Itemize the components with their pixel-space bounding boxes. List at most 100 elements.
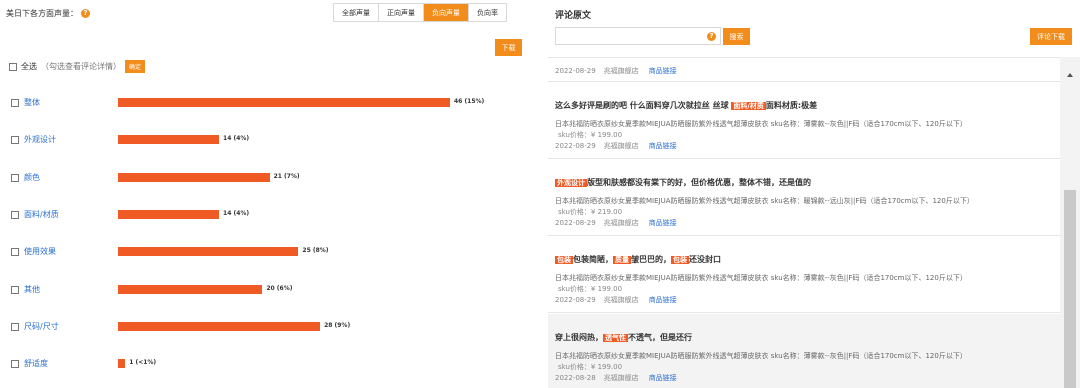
- aspect-label[interactable]: 整体: [24, 97, 40, 108]
- comment-list: 2022-08-29 兆福旗舰店 商品链接 这么多好评是刷的吧 什么面料穿几次就拉丝…: [548, 57, 1060, 388]
- product-link[interactable]: 商品链接: [649, 142, 677, 150]
- search-input[interactable]: [556, 28, 720, 44]
- sku-price: sku价格：¥ 199.00: [558, 131, 623, 139]
- comment-meta: 2022-08-29 兆福旗舰店 商品链接: [555, 141, 1060, 151]
- comment-text: 穿上很闷热， 透气性 不透气，但是还行: [555, 332, 1060, 343]
- comment-shop: 兆福旗舰店: [603, 296, 639, 304]
- comment-shop: 兆福旗舰店: [603, 219, 639, 227]
- aspect-bar-value: 14 (4%): [223, 209, 250, 217]
- product-link[interactable]: 商品链接: [649, 296, 677, 304]
- aspect-label[interactable]: 使用效果: [24, 246, 56, 257]
- aspect-tag: 面料/材质: [731, 102, 766, 110]
- comment-text-segment: 还没封口: [689, 255, 721, 264]
- aspect-bar: [118, 172, 270, 182]
- comment-text-segment: 不透气，但是还行: [628, 333, 692, 342]
- aspect-bar: [118, 247, 299, 257]
- aspect-bar: [118, 209, 220, 219]
- comment-text-segment: 穿上很闷热，: [555, 333, 603, 342]
- product-info: 日本兆福防晒衣原纱女夏季款MIEJUA防晒服防紫外线透气超薄皮肤衣 sku名称：…: [555, 120, 967, 128]
- sku-price: sku价格：¥ 199.00: [558, 363, 623, 371]
- aspect-checkbox[interactable]: [11, 173, 19, 182]
- comment-text-segment: 包装简陋，: [573, 255, 613, 264]
- comment-item: 这么多好评是刷的吧 什么面料穿几次就拉丝 丝球 面料/材质 面料材质:极差日本兆福…: [548, 82, 1060, 159]
- scroll-thumb[interactable]: [1064, 190, 1076, 388]
- sku-price: sku价格：¥ 199.00: [558, 285, 623, 293]
- product-info: 日本兆福防晒衣原纱女夏季款MIEJUA防晒服防紫外线透气超薄皮肤衣 sku名称：…: [555, 197, 974, 205]
- aspect-checkbox[interactable]: [11, 248, 19, 257]
- search-help-icon[interactable]: ?: [707, 32, 716, 41]
- aspect-bar-value: 28 (9%): [324, 321, 351, 329]
- aspect-panel-title: 美日下各方面声量： ?: [6, 8, 90, 19]
- aspect-label[interactable]: 面料/材质: [24, 209, 59, 220]
- aspect-checkbox[interactable]: [11, 210, 19, 219]
- comment-text-segment: 版型和肤感都没有棠下的好，但价格优惠，整体不错，还是值的: [587, 178, 811, 187]
- tab-positive-volume[interactable]: 正向声量: [379, 4, 424, 21]
- comment-list-scrollbar[interactable]: [1060, 57, 1080, 388]
- aspect-bar-value: 25 (8%): [302, 247, 329, 255]
- aspect-label[interactable]: 颜色: [24, 172, 40, 183]
- search-button[interactable]: 搜索: [723, 28, 750, 45]
- comment-text: 包装 包装简陋， 质量 皱巴巴的， 包装 还没封口: [555, 254, 1060, 265]
- tab-negative-rate[interactable]: 负向率: [469, 4, 506, 21]
- aspect-bar: [118, 135, 220, 145]
- comment-item: 穿上很闷热， 透气性 不透气，但是还行 日本兆福防晒衣原纱女夏季款MIEJUA防晒服防…: [548, 314, 1060, 388]
- aspect-checkbox[interactable]: [11, 322, 19, 331]
- product-info: 日本兆福防晒衣原纱女夏季款MIEJUA防晒服防紫外线透气超薄皮肤衣 sku名称：…: [555, 274, 967, 282]
- comment-text-segment: 面料材质:极差: [765, 101, 818, 110]
- select-hint: （勾选查看评论详情）: [41, 62, 121, 71]
- comment-date: 2022-08-29: [555, 296, 596, 304]
- aspect-bar: [118, 321, 321, 331]
- aspect-row: 舒适度 1 (<1%): [0, 357, 540, 371]
- comment-text-segment: 皱巴巴的，: [631, 255, 671, 264]
- aspect-bar-value: 1 (<1%): [129, 359, 157, 367]
- aspect-bar-value: 20 (6%): [266, 284, 293, 292]
- aspect-bar: [118, 98, 450, 107]
- comment-date: 2022-08-29: [555, 142, 596, 150]
- select-all-checkbox[interactable]: [9, 62, 17, 71]
- tab-negative-volume[interactable]: 负向声量: [424, 4, 469, 21]
- comments-panel: 评论原文 ? 搜索 评论下载 2022-08-29 兆福旗舰店 商品链接 这么多好评…: [548, 0, 1080, 388]
- comment-text: 外观设计 版型和肤感都没有棠下的好，但价格优惠，整体不错，还是值的: [555, 177, 1060, 188]
- select-all-row: 全选 （勾选查看评论详情） 确定: [9, 60, 146, 73]
- aspect-row: 使用效果 25 (8%): [0, 245, 540, 259]
- aspect-tag: 包装: [671, 256, 689, 264]
- aspect-row: 外观设计 14 (4%): [0, 133, 540, 147]
- product-link[interactable]: 商品链接: [649, 219, 677, 227]
- aspect-tag: 包装: [555, 256, 573, 264]
- aspect-bar-value: 21 (7%): [273, 172, 300, 180]
- aspect-label[interactable]: 外观设计: [24, 134, 56, 145]
- aspect-label[interactable]: 其他: [24, 284, 40, 295]
- aspect-label[interactable]: 尺码/尺寸: [24, 321, 59, 332]
- aspect-label[interactable]: 舒适度: [24, 358, 48, 369]
- comment-meta: 2022-08-28 兆福旗舰店 商品链接: [555, 373, 1060, 383]
- scroll-up-arrow-icon[interactable]: [1067, 73, 1073, 77]
- aspect-row: 颜色 21 (7%): [0, 171, 540, 185]
- aspect-checkbox[interactable]: [11, 285, 19, 294]
- comment-text-segment: 这么多好评是刷的吧 什么面料穿几次就拉丝 丝球: [555, 101, 732, 110]
- aspect-checkbox[interactable]: [11, 99, 19, 107]
- comment-item: 外观设计 版型和肤感都没有棠下的好，但价格优惠，整体不错，还是值的 日本兆福防晒衣原…: [548, 159, 1060, 236]
- comment-date: 2022-08-29: [555, 219, 596, 227]
- product-link[interactable]: 商品链接: [649, 67, 677, 75]
- comment-item: 包装 包装简陋， 质量 皱巴巴的， 包装 还没封口 日本兆福防晒衣原纱女夏季款MIEJUA防…: [548, 236, 1060, 313]
- aspect-tag: 透气性: [603, 334, 628, 342]
- help-icon[interactable]: ?: [81, 9, 90, 18]
- product-info: 日本兆福防晒衣原纱女夏季款MIEJUA防晒服防紫外线透气超薄皮肤衣 sku名称：…: [555, 352, 967, 360]
- confirm-button[interactable]: 确定: [125, 60, 146, 73]
- aspect-checkbox[interactable]: [11, 360, 19, 369]
- aspect-tag: 外观设计: [555, 179, 587, 187]
- aspect-title-text: 美日下各方面声量：: [6, 9, 78, 18]
- export-comments-button[interactable]: 评论下载: [1030, 28, 1072, 45]
- aspect-tag: 质量: [613, 256, 631, 264]
- tab-all-volume[interactable]: 全部声量: [334, 4, 379, 21]
- aspect-row: 整体 46 (15%): [0, 96, 540, 110]
- comment-meta: 2022-08-29 兆福旗舰店 商品链接: [555, 295, 1060, 305]
- comment-meta: 2022-08-29 兆福旗舰店 商品链接: [555, 218, 1060, 228]
- comment-meta: 2022-08-29 兆福旗舰店 商品链接: [555, 66, 1060, 76]
- download-button[interactable]: 下载: [495, 39, 522, 56]
- comment-shop: 兆福旗舰店: [603, 142, 639, 150]
- comment-shop: 兆福旗舰店: [603, 67, 639, 75]
- product-link[interactable]: 商品链接: [649, 374, 677, 382]
- aspect-checkbox[interactable]: [11, 136, 19, 145]
- comment-date: 2022-08-29: [555, 67, 596, 75]
